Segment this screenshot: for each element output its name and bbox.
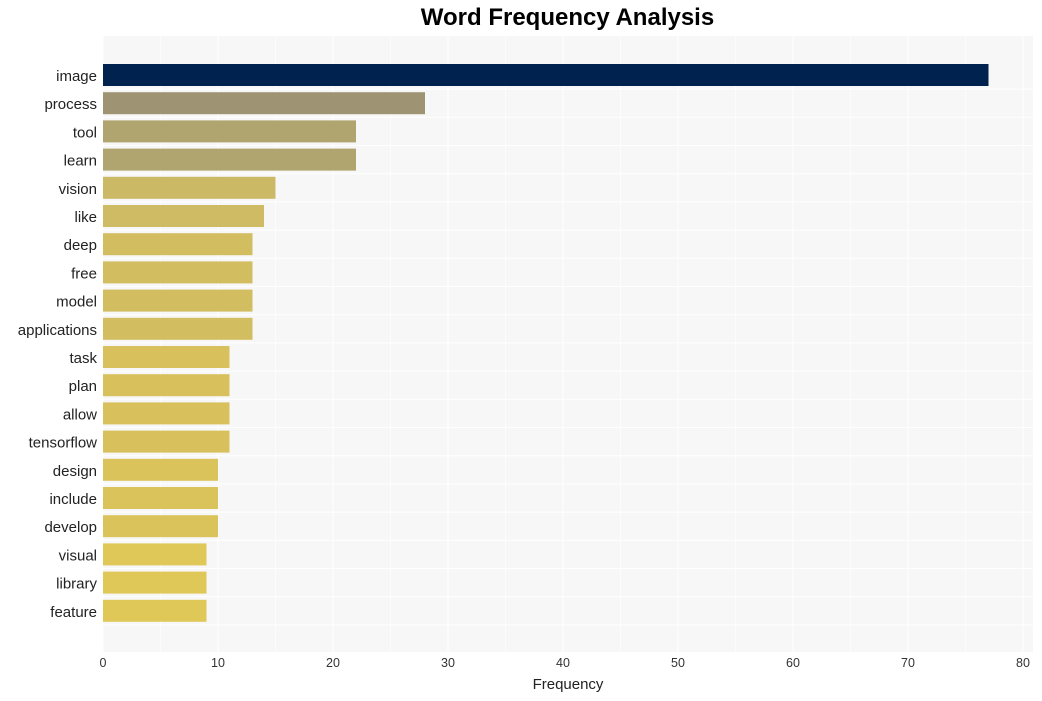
category-label: develop — [44, 519, 97, 536]
bar-library — [103, 571, 207, 594]
bar-image — [103, 64, 989, 86]
bar-applications — [103, 317, 253, 340]
bar-feature — [103, 599, 207, 622]
category-label: image — [56, 68, 97, 85]
bar-include — [103, 487, 218, 509]
bar-visual — [103, 543, 207, 566]
x-tick-label: 30 — [441, 656, 455, 670]
category-label: library — [56, 576, 97, 593]
category-label: tool — [73, 124, 97, 141]
bar-like — [103, 205, 264, 227]
category-label: tensorflow — [29, 435, 98, 452]
x-tick-label: 60 — [786, 656, 800, 670]
x-tick-label: 10 — [211, 656, 225, 670]
category-label: plan — [69, 378, 97, 395]
bar-design — [103, 458, 218, 481]
bar-allow — [103, 402, 230, 425]
category-label: free — [71, 265, 97, 282]
x-tick-label: 70 — [901, 656, 915, 670]
category-label: deep — [64, 237, 97, 254]
x-tick-label: 20 — [326, 656, 340, 670]
category-label: process — [44, 96, 97, 113]
bar-process — [103, 92, 425, 115]
x-tick-label: 50 — [671, 656, 685, 670]
x-tick-label: 0 — [100, 656, 107, 670]
category-label: vision — [59, 181, 97, 198]
category-label: model — [56, 294, 97, 311]
category-label: include — [49, 491, 97, 508]
bar-chart: image process tool learn vision like deep free m… — [18, 36, 1033, 693]
x-axis-label: Frequency — [533, 676, 604, 693]
bar-tensorflow — [103, 430, 230, 453]
category-label: learn — [64, 153, 97, 170]
category-label: design — [53, 463, 97, 480]
bar-vision — [103, 176, 276, 199]
bar-plan — [103, 374, 230, 397]
category-label: feature — [50, 604, 97, 621]
bar-develop — [103, 515, 218, 538]
category-label: task — [69, 350, 97, 367]
category-label: visual — [59, 547, 97, 564]
bar-deep — [103, 233, 253, 256]
bar-model — [103, 289, 253, 312]
category-label: applications — [18, 322, 97, 339]
bar-tool — [103, 120, 356, 143]
bar-free — [103, 261, 253, 284]
bar-learn — [103, 148, 356, 171]
x-tick-label: 40 — [556, 656, 570, 670]
category-label: like — [74, 209, 97, 226]
x-tick-label: 80 — [1016, 656, 1030, 670]
category-label: allow — [63, 406, 97, 423]
bar-task — [103, 346, 230, 368]
